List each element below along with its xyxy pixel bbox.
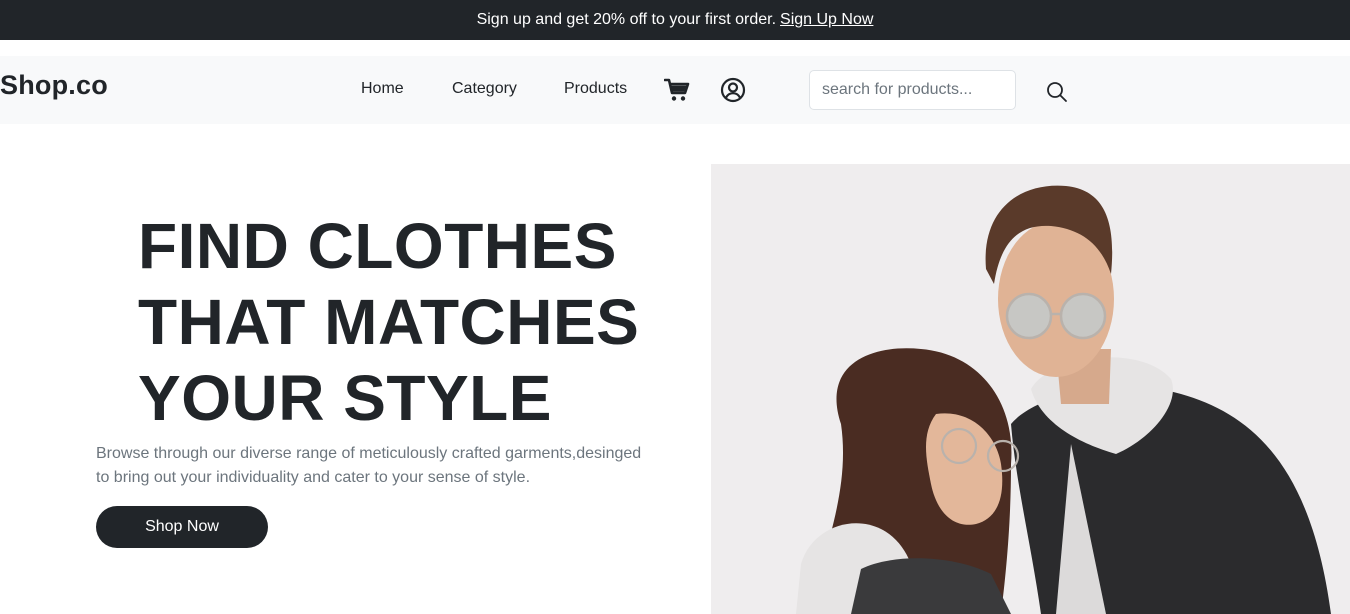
hero-title-line: THAT MATCHES [138, 286, 640, 358]
hero-description-line: to bring out your individuality and cate… [96, 469, 531, 486]
promo-bar: Sign up and get 20% off to your first or… [0, 0, 1350, 40]
cart-icon[interactable] [664, 77, 690, 103]
sign-up-link[interactable]: Sign Up Now [780, 11, 873, 29]
promo-text: Sign up and get 20% off to your first or… [476, 11, 777, 28]
hero-image [711, 164, 1350, 614]
navbar: Shop.co Home Category Products [0, 56, 1350, 124]
couple-illustration [711, 164, 1350, 614]
hero-title: FIND CLOTHES THAT MATCHES YOUR STYLE [138, 208, 639, 436]
nav-link-category[interactable]: Category [452, 80, 517, 98]
nav-link-products[interactable]: Products [564, 80, 627, 98]
hero-description: Browse through our diverse range of meti… [96, 442, 656, 490]
search-icon[interactable] [1045, 80, 1069, 104]
brand-logo[interactable]: Shop.co [0, 70, 108, 101]
hero-title-line: YOUR STYLE [138, 362, 552, 434]
nav-link-home[interactable]: Home [361, 80, 404, 98]
hero-description-line: Browse through our diverse range of meti… [96, 445, 642, 462]
hero-title-line: FIND CLOTHES [138, 210, 617, 282]
search-input[interactable] [809, 70, 1016, 110]
shop-now-button[interactable]: Shop Now [96, 506, 268, 548]
user-circle-icon[interactable] [720, 77, 746, 103]
